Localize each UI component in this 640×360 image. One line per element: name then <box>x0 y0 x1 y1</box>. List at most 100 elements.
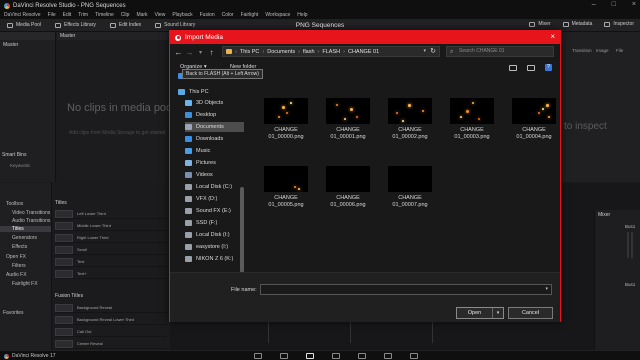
nav-scrollbar[interactable] <box>240 187 244 273</box>
nav-item[interactable]: Desktop <box>185 110 244 120</box>
tab-transition[interactable]: Transition <box>572 48 592 53</box>
mixer-button[interactable]: Mixer <box>527 21 552 27</box>
file-item[interactable]: CHANGE 01_00000.png <box>258 80 314 144</box>
nav-item[interactable]: Documents <box>185 122 244 132</box>
breadcrumb-flash-upper[interactable]: FLASH <box>322 49 340 55</box>
tab-file[interactable]: File <box>616 48 623 53</box>
nav-item[interactable]: This PC <box>178 87 244 97</box>
breadcrumb-documents[interactable]: Documents <box>267 49 295 55</box>
minimize-icon[interactable]: – <box>592 1 596 8</box>
effect-item[interactable]: Scroll <box>55 245 167 255</box>
menu-view[interactable]: View <box>155 12 166 18</box>
file-item[interactable]: CHANGE 01_00006.png <box>320 148 376 212</box>
back-arrow-icon[interactable]: ← <box>173 48 184 57</box>
file-name-input[interactable]: ▾ <box>260 284 552 295</box>
recent-locations-chevron-icon[interactable]: ▾ <box>195 49 206 56</box>
sound-library-button[interactable]: Sound Library <box>148 22 202 28</box>
menu-mark[interactable]: Mark <box>136 12 147 18</box>
nav-item[interactable]: NIKON Z 6 (K:) <box>185 254 244 264</box>
effect-item[interactable]: Center Reveal <box>55 339 167 349</box>
search-input[interactable]: ⌕ Search CHANGE 01 <box>446 46 554 57</box>
help-icon[interactable]: ? <box>545 64 552 71</box>
file-item[interactable]: CHANGE 01_00002.png <box>382 80 438 144</box>
tree-video-transitions[interactable]: Video Transitions <box>12 210 50 216</box>
nav-item[interactable]: Downloads <box>185 134 244 144</box>
menu-davinci[interactable]: DaVinci Resolve <box>4 12 41 18</box>
menu-timeline[interactable]: Timeline <box>95 12 114 18</box>
media-page-icon[interactable] <box>254 353 262 359</box>
effect-item[interactable]: Left Lower Third <box>55 209 167 219</box>
file-item[interactable]: CHANGE 01_00005.png <box>258 148 314 212</box>
nav-item[interactable]: easystore (I:) <box>185 242 244 252</box>
media-pool-button[interactable]: Media Pool <box>0 22 48 28</box>
nav-item[interactable]: 3D Objects <box>185 98 244 108</box>
tree-generators[interactable]: Generators <box>12 235 37 241</box>
breadcrumb-flash[interactable]: flash <box>303 49 315 55</box>
nav-item[interactable]: Pictures <box>185 158 244 168</box>
effect-item[interactable]: Right Lower Third <box>55 233 167 243</box>
file-item[interactable]: CHANGE 01_00001.png <box>320 80 376 144</box>
close-window-icon[interactable]: × <box>632 1 636 8</box>
breadcrumb-this-pc[interactable]: This PC <box>240 49 260 55</box>
preview-pane-icon[interactable] <box>527 64 535 71</box>
nav-item[interactable]: Videos <box>185 170 244 180</box>
tree-filters[interactable]: Filters <box>12 263 26 269</box>
tree-open-fx[interactable]: Open FX <box>6 254 26 260</box>
effect-item[interactable]: Background Reveal <box>55 303 167 313</box>
nav-item[interactable]: Local Disk (I:) <box>185 230 244 240</box>
effect-item[interactable]: Text <box>55 257 167 267</box>
open-button[interactable]: Open ▾ <box>456 307 504 319</box>
effect-item[interactable]: Background Reveal Lower Third <box>55 315 167 325</box>
refresh-icon[interactable]: ↻ <box>430 47 436 55</box>
forward-arrow-icon[interactable]: → <box>184 48 195 57</box>
close-icon[interactable]: × <box>550 33 555 41</box>
file-item[interactable]: CHANGE 01_00004.png <box>506 80 562 144</box>
effect-item[interactable]: Call Out <box>55 327 167 337</box>
address-dropdown-icon[interactable]: ▾ <box>423 48 426 54</box>
bin-master[interactable]: Master <box>3 42 18 48</box>
menu-help[interactable]: Help <box>297 12 307 18</box>
breadcrumb-change-01[interactable]: CHANGE 01 <box>348 49 379 55</box>
up-arrow-icon[interactable]: ↑ <box>206 48 217 57</box>
menu-fairlight[interactable]: Fairlight <box>241 12 259 18</box>
maximize-icon[interactable]: □ <box>612 1 616 8</box>
nav-item[interactable]: Local Disk (C:) <box>185 182 244 192</box>
keywords-bin[interactable]: Keywords <box>10 163 30 168</box>
tree-audio-fx[interactable]: Audio FX <box>6 272 27 278</box>
cancel-button[interactable]: Cancel <box>508 307 553 319</box>
tree-effects[interactable]: Effects <box>12 244 27 250</box>
menu-playback[interactable]: Playback <box>172 12 192 18</box>
metadata-button[interactable]: Metadata <box>561 21 595 27</box>
menu-fusion[interactable]: Fusion <box>200 12 215 18</box>
file-item[interactable]: CHANGE 01_00007.png <box>382 148 438 212</box>
edit-index-button[interactable]: Edit Index <box>103 22 148 28</box>
inspector-button[interactable]: Inspector <box>602 21 636 27</box>
tab-image[interactable]: Image <box>596 48 609 53</box>
cut-page-icon[interactable] <box>280 353 288 359</box>
edit-page-icon[interactable] <box>306 353 314 359</box>
menu-color[interactable]: Color <box>222 12 234 18</box>
effect-item[interactable]: Middle Lower Third <box>55 221 167 231</box>
color-page-icon[interactable] <box>358 353 366 359</box>
nav-item[interactable]: SSD (F:) <box>185 218 244 228</box>
file-name-dropdown-icon[interactable]: ▾ <box>545 286 548 292</box>
change-view-icon[interactable] <box>509 64 517 71</box>
file-item[interactable]: CHANGE 01_00003.png <box>444 80 500 144</box>
tree-titles[interactable]: Titles <box>0 226 51 232</box>
tree-audio-transitions[interactable]: Audio Transitions <box>12 218 50 224</box>
fairlight-page-icon[interactable] <box>384 353 392 359</box>
tree-fairlight-fx[interactable]: Fairlight FX <box>12 281 38 287</box>
tree-toolbox[interactable]: Toolbox <box>6 201 23 207</box>
effect-item[interactable]: Text+ <box>55 269 167 279</box>
menu-clip[interactable]: Clip <box>121 12 130 18</box>
menu-file[interactable]: File <box>48 12 56 18</box>
nav-item[interactable]: Sound FX (E:) <box>185 206 244 216</box>
menu-edit[interactable]: Edit <box>63 12 72 18</box>
fusion-page-icon[interactable] <box>332 353 340 359</box>
deliver-page-icon[interactable] <box>410 353 418 359</box>
menu-trim[interactable]: Trim <box>78 12 88 18</box>
nav-item[interactable]: VFX (D:) <box>185 194 244 204</box>
open-options-chevron-icon[interactable]: ▾ <box>493 308 503 318</box>
address-bar[interactable]: › This PC › Documents › flash › FLASH › … <box>222 46 440 57</box>
effects-library-button[interactable]: Effects Library <box>48 22 103 28</box>
